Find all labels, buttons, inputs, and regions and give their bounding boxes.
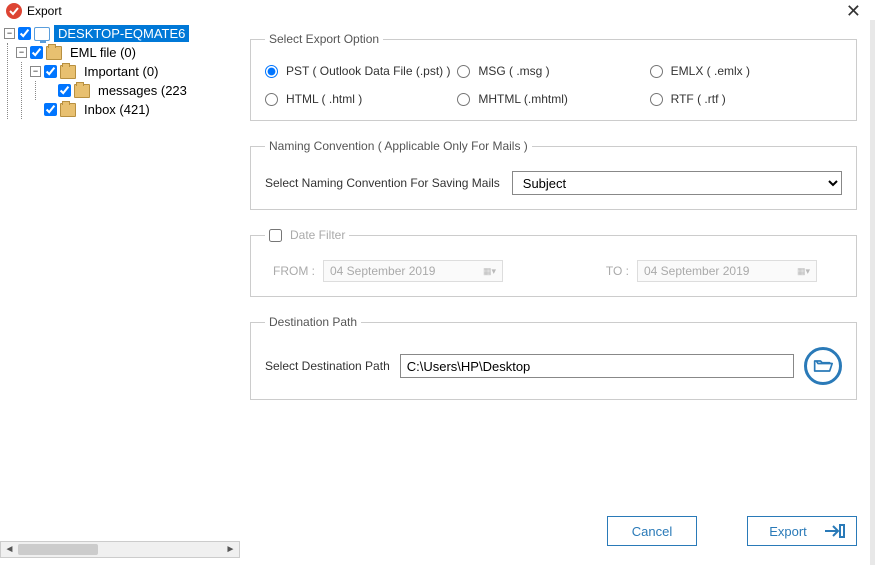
radio-emlx-input[interactable] (650, 65, 663, 78)
folder-icon (60, 103, 76, 117)
scroll-right-icon[interactable]: ► (222, 542, 239, 557)
destination-label: Select Destination Path (265, 359, 390, 373)
radio-pst-label: PST ( Outlook Data File (.pst) ) (286, 64, 451, 78)
date-to-label: TO : (579, 264, 629, 278)
tree-item-inbox[interactable]: Inbox (421) (80, 101, 154, 118)
calendar-dropdown-icon: ▦▾ (483, 266, 496, 277)
tree-item-important[interactable]: Important (0) (80, 63, 162, 80)
tree-checkbox-root[interactable] (18, 27, 31, 40)
date-to-value: 04 September 2019 (644, 264, 749, 278)
naming-convention-group: Naming Convention ( Applicable Only For … (250, 139, 857, 210)
date-filter-group: Date Filter FROM : 04 September 2019 ▦▾ … (250, 228, 857, 297)
radio-mhtml-label: MHTML (.mhtml) (478, 92, 568, 106)
naming-label: Select Naming Convention For Saving Mail… (265, 176, 500, 190)
tree-checkbox[interactable] (44, 103, 57, 116)
tree-checkbox[interactable] (58, 84, 71, 97)
tree-collapse-icon[interactable]: − (4, 28, 15, 39)
radio-mhtml[interactable]: MHTML (.mhtml) (457, 92, 649, 106)
tree-root-label[interactable]: DESKTOP-EQMATE6 (54, 25, 189, 42)
title-bar: Export ✕ (0, 0, 875, 22)
folder-icon (74, 84, 90, 98)
radio-mhtml-input[interactable] (457, 93, 470, 106)
app-icon (6, 3, 22, 19)
cancel-label: Cancel (632, 524, 672, 539)
scroll-track[interactable] (18, 542, 222, 557)
export-label: Export (769, 524, 807, 539)
tree-item-eml[interactable]: EML file (0) (66, 44, 140, 61)
date-from-field: 04 September 2019 ▦▾ (323, 260, 503, 282)
computer-icon (34, 27, 50, 41)
browse-button[interactable] (804, 347, 842, 385)
naming-select[interactable]: Subject (512, 171, 842, 195)
export-option-legend: Select Export Option (265, 32, 383, 46)
cancel-button[interactable]: Cancel (607, 516, 697, 546)
tree-item-messages[interactable]: messages (223 (94, 82, 191, 99)
radio-html-label: HTML ( .html ) (286, 92, 362, 106)
date-from-value: 04 September 2019 (330, 264, 435, 278)
folder-tree: − DESKTOP-EQMATE6 − EML file (0) − Impor… (0, 22, 240, 558)
radio-pst-input[interactable] (265, 65, 278, 78)
tree-checkbox[interactable] (44, 65, 57, 78)
tree-collapse-icon[interactable]: − (30, 66, 41, 77)
window-title: Export (27, 4, 62, 18)
close-button[interactable]: ✕ (838, 1, 869, 22)
date-filter-legend-text: Date Filter (290, 228, 345, 242)
date-filter-legend: Date Filter (265, 228, 349, 242)
date-from-label: FROM : (265, 264, 315, 278)
horizontal-scrollbar[interactable]: ◄ ► (0, 541, 240, 558)
radio-msg-label: MSG ( .msg ) (478, 64, 549, 78)
options-panel: Select Export Option PST ( Outlook Data … (240, 22, 875, 558)
tree-collapse-icon[interactable]: − (16, 47, 27, 58)
radio-rtf-label: RTF ( .rtf ) (671, 92, 726, 106)
radio-rtf-input[interactable] (650, 93, 663, 106)
folder-icon (46, 46, 62, 60)
folder-open-icon (813, 357, 833, 375)
date-filter-checkbox[interactable] (269, 229, 282, 242)
vertical-scrollbar[interactable] (870, 20, 875, 565)
destination-input[interactable] (400, 354, 794, 378)
export-arrow-icon (825, 523, 845, 539)
radio-rtf[interactable]: RTF ( .rtf ) (650, 92, 842, 106)
radio-emlx-label: EMLX ( .emlx ) (671, 64, 750, 78)
export-option-group: Select Export Option PST ( Outlook Data … (250, 32, 857, 121)
radio-html-input[interactable] (265, 93, 278, 106)
destination-group: Destination Path Select Destination Path (250, 315, 857, 400)
export-button[interactable]: Export (747, 516, 857, 546)
radio-msg-input[interactable] (457, 65, 470, 78)
date-to-field: 04 September 2019 ▦▾ (637, 260, 817, 282)
naming-legend: Naming Convention ( Applicable Only For … (265, 139, 532, 153)
radio-msg[interactable]: MSG ( .msg ) (457, 64, 649, 78)
radio-emlx[interactable]: EMLX ( .emlx ) (650, 64, 842, 78)
calendar-dropdown-icon: ▦▾ (797, 266, 810, 277)
radio-html[interactable]: HTML ( .html ) (265, 92, 457, 106)
scroll-thumb[interactable] (18, 544, 98, 555)
radio-pst[interactable]: PST ( Outlook Data File (.pst) ) (265, 64, 457, 78)
destination-legend: Destination Path (265, 315, 361, 329)
scroll-left-icon[interactable]: ◄ (1, 542, 18, 557)
tree-checkbox[interactable] (30, 46, 43, 59)
folder-icon (60, 65, 76, 79)
